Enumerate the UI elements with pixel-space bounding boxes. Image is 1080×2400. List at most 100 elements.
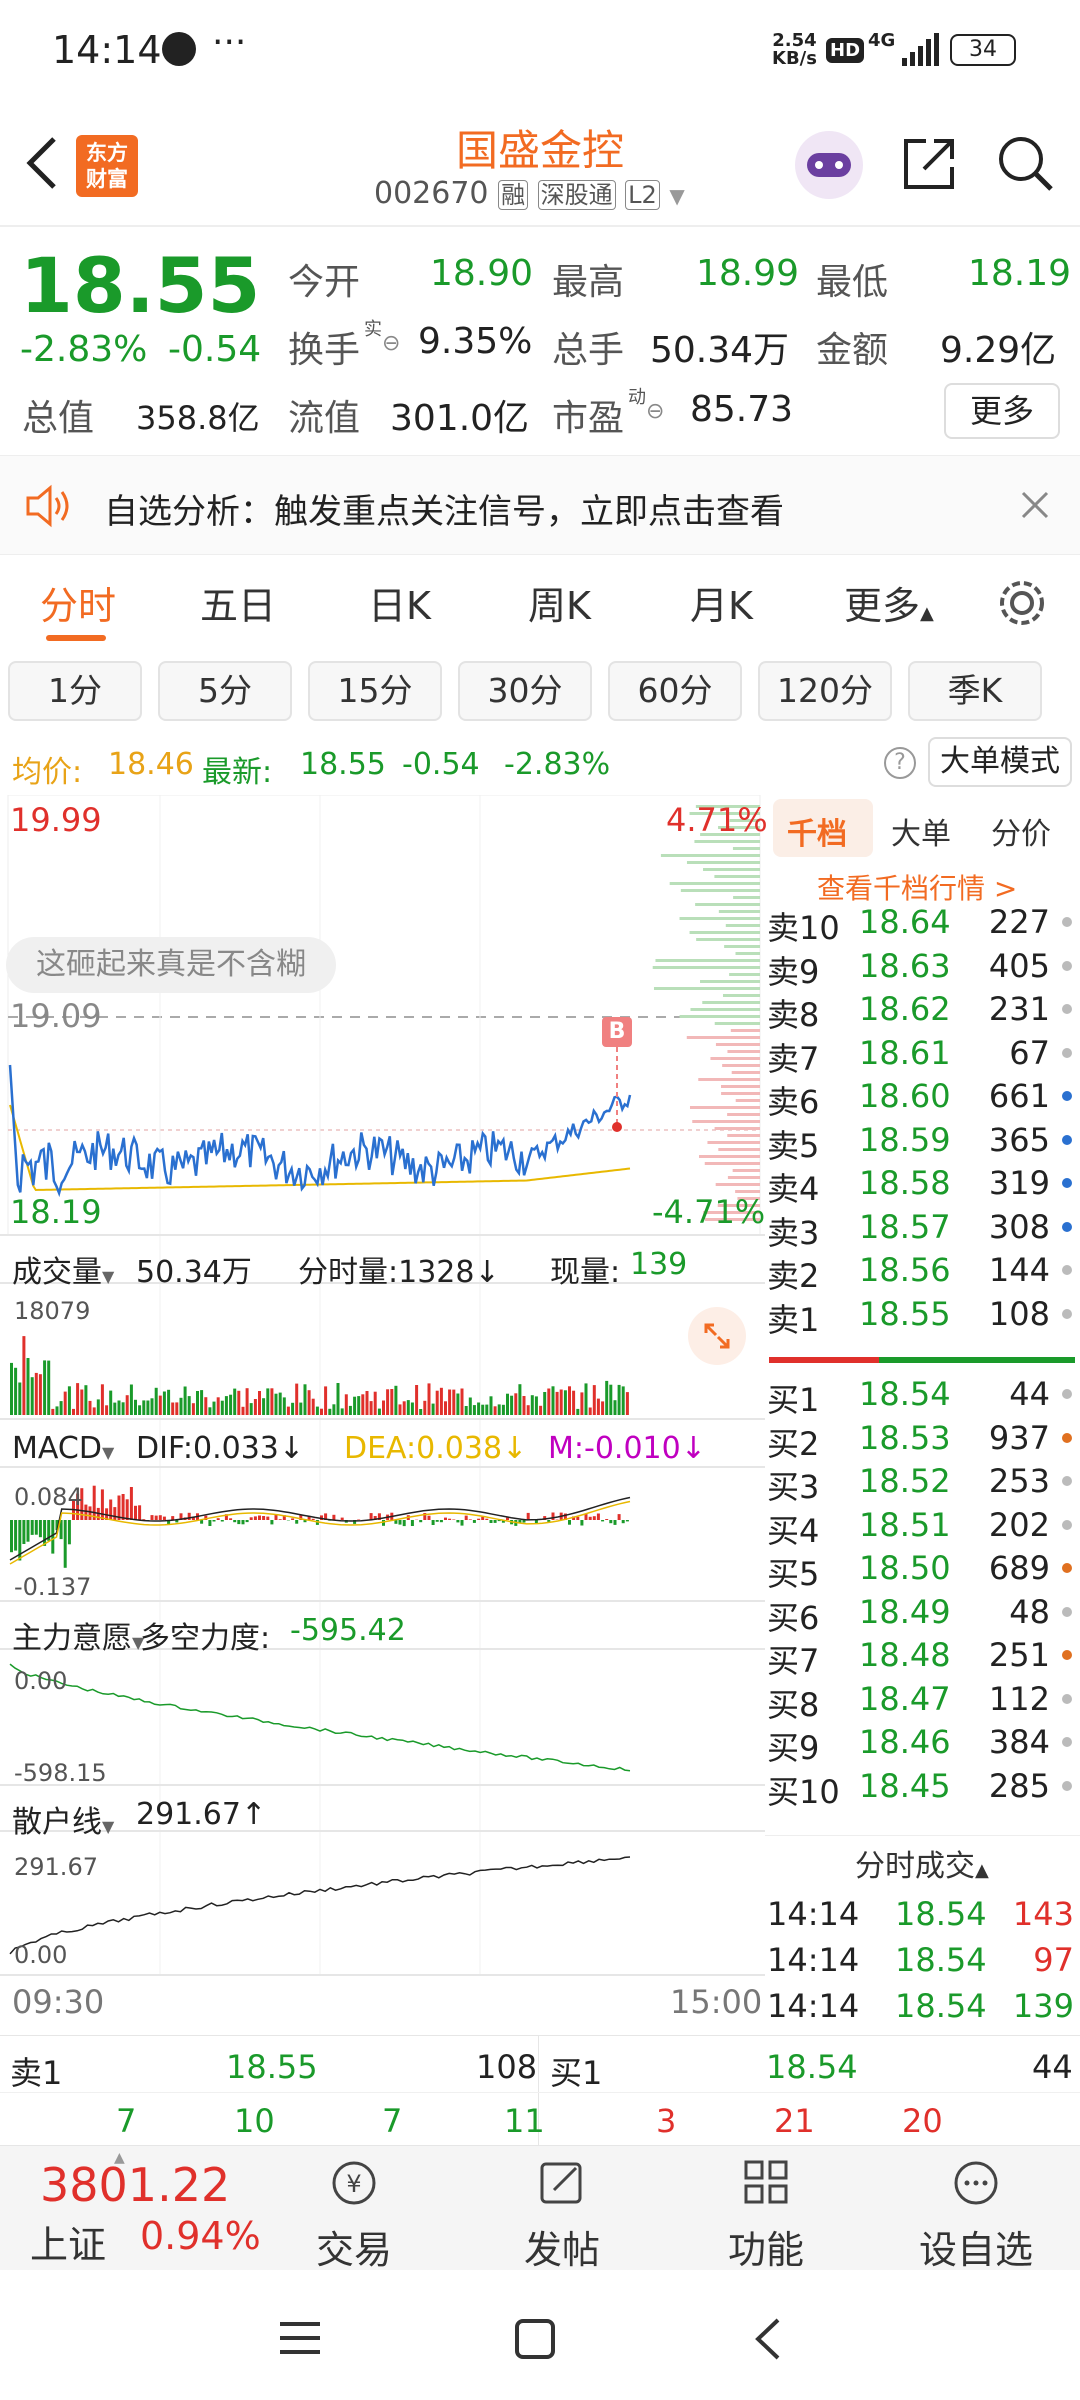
bid-row[interactable]: 买8 18.47 112 [765,1680,1080,1724]
bid-row[interactable]: 买6 18.49 48 [765,1593,1080,1637]
ask-row[interactable]: 卖9 18.63 405 [765,947,1080,991]
macd-bar [220,1520,224,1522]
depth-bar [732,847,760,850]
nav-functions[interactable]: 功能 [686,2156,846,2274]
macd-bar [596,1513,600,1520]
bid-row[interactable]: 买7 18.48 251 [765,1636,1080,1680]
bid-volume: 44 [1009,1375,1050,1413]
volume-panel-label[interactable]: 成交量▼ [12,1247,114,1291]
view-depth-link[interactable]: 查看千档行情 > [817,867,1017,907]
volume-bar [332,1404,336,1415]
ask-row[interactable]: 卖1 18.55 108 [765,1295,1080,1339]
intraday-chart[interactable]: 19.99 4.71% 19.09 18.19 -4.71% 这砸起来真是不含糊… [0,795,768,2035]
tab-monthly-k[interactable]: 月K [690,575,753,630]
current-price: 18.55 [20,241,261,330]
pill-quarter-k[interactable]: 季K [908,661,1042,721]
depth-bar [700,980,760,983]
bid-row[interactable]: 买10 18.45 285 [765,1767,1080,1811]
index-name[interactable]: 上证 [30,2214,106,2269]
ask-row[interactable]: 卖8 18.62 231 [765,990,1080,1034]
search-icon[interactable] [995,133,1055,193]
volume-bar [518,1384,522,1415]
macd-bar [253,1516,257,1520]
time-volume: 分时量:1328↓ [298,1255,500,1290]
bid-row[interactable]: 买4 18.51 202 [765,1506,1080,1550]
more-button[interactable]: 更多 [944,383,1060,439]
tab-weekly-k[interactable]: 周K [528,575,591,630]
volume-bar [43,1360,47,1415]
ask-row[interactable]: 卖3 18.57 308 [765,1208,1080,1252]
volume-bar [336,1383,340,1415]
stock-name: 国盛金控 [455,126,624,175]
index-value[interactable]: 3801.22 [40,2158,230,2212]
buy-marker[interactable]: B [602,1017,632,1047]
macd-bar [237,1520,241,1525]
back-arrow-icon[interactable] [22,135,62,191]
pill-1min[interactable]: 1分 [8,661,142,721]
amount-value: 9.29亿 [940,330,1057,371]
pill-5min[interactable]: 5分 [158,661,292,721]
home-icon[interactable] [514,2318,556,2360]
close-icon[interactable] [1020,490,1050,520]
macd-bar [506,1517,509,1520]
pill-120min[interactable]: 120分 [758,661,892,721]
index-change[interactable]: 0.94% [140,2214,261,2258]
stock-code-row[interactable]: 002670 融 深股通 L2 ▼ [374,175,685,211]
bid-volume: 937 [988,1418,1050,1457]
volume-bar [270,1388,274,1415]
depth-bar [702,1001,760,1004]
info-icon[interactable]: ⊖ [382,331,400,356]
ask-row[interactable]: 卖2 18.56 144 [765,1251,1080,1295]
macd-bar [245,1520,249,1523]
tab-daily-k[interactable]: 日K [368,575,431,630]
main-force-panel-label[interactable]: 主力意愿▼ [12,1613,144,1657]
analysis-banner[interactable]: 自选分析：触发重点关注信号，立即点击查看 [0,455,1080,555]
macd-bar [38,1520,42,1538]
volume-bar [348,1405,352,1415]
bid-row[interactable]: 买3 18.52 253 [765,1462,1080,1506]
nav-trade[interactable]: ¥ 交易 [274,2156,434,2274]
force-value: -595.42 [290,1613,406,1648]
tab-depth[interactable]: 千档 [787,809,847,853]
macd-bar [444,1517,447,1520]
back-icon[interactable] [752,2316,782,2362]
assistant-avatar[interactable] [795,131,863,199]
bid-row[interactable]: 买1 18.54 44 [765,1375,1080,1419]
ask-row[interactable]: 卖10 18.64 227 [765,903,1080,947]
retail-panel-label[interactable]: 散户线▼ [12,1797,114,1841]
macd-panel-label[interactable]: MACD▼ [12,1431,114,1466]
big-order-mode-button[interactable]: 大单模式 [928,737,1072,787]
volume-bar [117,1400,121,1415]
volume-bar [216,1397,220,1415]
pill-60min[interactable]: 60分 [608,661,742,721]
ask-row[interactable]: 卖4 18.58 319 [765,1164,1080,1208]
trade-volume: 143 [1012,1895,1074,1933]
volume-bar [572,1390,576,1415]
trades-title[interactable]: 分时成交▲ [855,1841,989,1885]
tab-five-day[interactable]: 五日 [200,575,276,630]
pill-15min[interactable]: 15分 [308,661,442,721]
ask-row[interactable]: 卖5 18.59 365 [765,1121,1080,1165]
tab-intraday[interactable]: 分时 [40,575,116,630]
expand-icon[interactable] [688,1307,746,1365]
nav-post[interactable]: 发帖 [482,2156,642,2274]
nav-add-watchlist[interactable]: 设自选 [896,2156,1056,2274]
info-icon[interactable]: ⊖ [646,399,664,424]
bid-dot-indicator [1062,1650,1072,1660]
bid-row[interactable]: 买2 18.53 937 [765,1419,1080,1463]
share-icon[interactable] [900,135,958,193]
ask-row[interactable]: 卖7 18.61 67 [765,1034,1080,1078]
quote-summary: 18.55 -2.83% -0.54 今开 18.90 最高 18.99 最低 … [0,225,1080,455]
bid-row[interactable]: 买9 18.46 384 [765,1723,1080,1767]
gear-icon[interactable] [994,575,1050,631]
tab-price-distribution[interactable]: 分价 [991,809,1051,853]
tab-big-order[interactable]: 大单 [891,809,951,853]
volume-total: 50.34万 [136,1255,252,1290]
bid-row[interactable]: 买5 18.50 689 [765,1549,1080,1593]
comment-bubble[interactable]: 这砸起来真是不含糊 [6,937,336,993]
help-icon[interactable]: ? [884,747,916,779]
menu-icon[interactable] [278,2320,322,2356]
tab-more[interactable]: 更多▲ [844,575,934,630]
ask-row[interactable]: 卖6 18.60 661 [765,1077,1080,1121]
pill-30min[interactable]: 30分 [458,661,592,721]
